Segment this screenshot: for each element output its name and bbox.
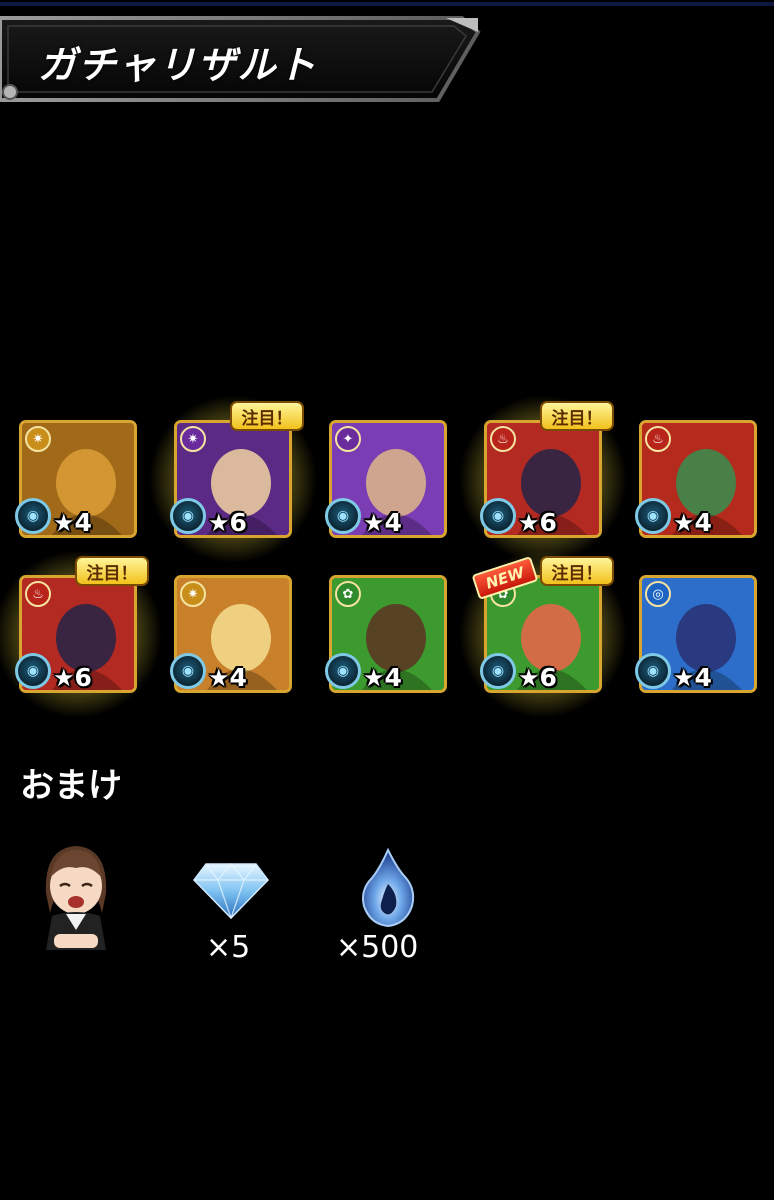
character-card[interactable]: ♨ ◉ ★6 注目！ (456, 392, 630, 566)
rarity-label: ★4 (673, 508, 712, 537)
rarity-label: ★4 (53, 508, 92, 537)
rarity-label: ★6 (53, 663, 92, 692)
rarity-label: ★4 (673, 663, 712, 692)
star-icon: ★ (208, 509, 230, 537)
sling-orb-icon: ◉ (325, 498, 361, 534)
rarity-value: 4 (229, 663, 247, 692)
character-card[interactable]: ♨ ◉ ★4 (635, 420, 757, 538)
star-icon: ★ (53, 509, 75, 537)
rarity-value: 4 (384, 508, 402, 537)
character-card[interactable]: ♨ ◉ ★6 注目！ (0, 547, 165, 721)
element-icon: ✷ (180, 581, 206, 607)
orb-count: ×5 (206, 930, 251, 965)
star-icon: ★ (363, 509, 385, 537)
rarity-value: 6 (74, 663, 92, 692)
avatar-icon (45, 846, 107, 950)
sling-orb-icon: ◉ (170, 498, 206, 534)
character-card[interactable]: ◎ ◉ ★4 (635, 575, 757, 693)
character-card[interactable]: ✷ ◉ ★4 (170, 575, 292, 693)
star-icon: ★ (53, 664, 75, 692)
sling-orb-icon: ◉ (635, 498, 671, 534)
sling-orb-icon: ◉ (480, 498, 516, 534)
sling-orb-icon: ◉ (15, 498, 51, 534)
element-icon: ✷ (180, 426, 206, 452)
avatar[interactable] (36, 838, 116, 962)
orb-diamond-icon (192, 860, 270, 924)
sling-orb-icon: ◉ (15, 653, 51, 689)
rarity-value: 4 (694, 663, 712, 692)
gacha-result-grid: ✷ ◉ ★4 ✷ ◉ ★6 注目！ ✦ ◉ ★4 ♨ ◉ ★6 注目！ ♨ ◉ ★4 ♨ ◉ ★6 注目！ ✷ ◉ ★4 ✿ ◉ ★… (0, 0, 774, 721)
star-icon: ★ (518, 509, 540, 537)
sling-orb-icon: ◉ (170, 653, 206, 689)
sling-orb-icon: ◉ (325, 653, 361, 689)
element-icon: ♨ (490, 426, 516, 452)
blue-flame-icon (358, 847, 418, 932)
star-icon: ★ (208, 664, 230, 692)
flame-count: ×500 (336, 930, 419, 965)
character-card[interactable]: ✷ ◉ ★4 (15, 420, 137, 538)
element-icon: ✿ (335, 581, 361, 607)
rarity-label: ★4 (363, 663, 402, 692)
rarity-label: ★4 (208, 663, 247, 692)
character-card[interactable]: ✦ ◉ ★4 (325, 420, 447, 538)
rarity-value: 4 (74, 508, 92, 537)
sling-orb-icon: ◉ (635, 653, 671, 689)
rarity-value: 4 (694, 508, 712, 537)
bonus-heading: おまけ (20, 766, 122, 806)
rarity-value: 6 (539, 663, 557, 692)
rarity-value: 4 (384, 663, 402, 692)
rarity-label: ★4 (363, 508, 402, 537)
star-icon: ★ (673, 509, 695, 537)
element-icon: ◎ (645, 581, 671, 607)
rarity-label: ★6 (518, 663, 557, 692)
element-icon: ♨ (645, 426, 671, 452)
rarity-label: ★6 (208, 508, 247, 537)
star-icon: ★ (518, 664, 540, 692)
star-icon: ★ (673, 664, 695, 692)
element-icon: ✷ (25, 426, 51, 452)
highlight-badge: 注目！ (540, 556, 614, 586)
rarity-label: ★6 (518, 508, 557, 537)
character-card[interactable]: ✷ ◉ ★6 注目！ (146, 392, 320, 566)
character-card[interactable]: ✿ ◉ ★4 (325, 575, 447, 693)
sling-orb-icon: ◉ (480, 653, 516, 689)
character-card[interactable]: ✿ ◉ ★6 注目！ NEW (456, 547, 630, 721)
rarity-value: 6 (229, 508, 247, 537)
element-icon: ✦ (335, 426, 361, 452)
rarity-value: 6 (539, 508, 557, 537)
highlight-badge: 注目！ (540, 401, 614, 431)
highlight-badge: 注目！ (230, 401, 304, 431)
element-icon: ♨ (25, 581, 51, 607)
star-icon: ★ (363, 664, 385, 692)
highlight-badge: 注目！ (75, 556, 149, 586)
